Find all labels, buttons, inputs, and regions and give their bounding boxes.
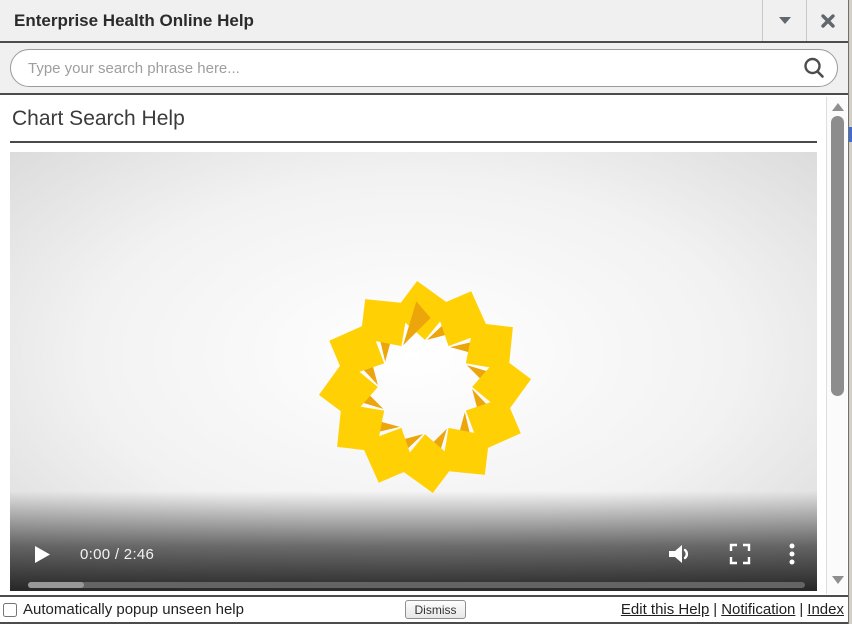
enterprise-health-logo — [317, 279, 533, 495]
kebab-menu-icon — [789, 543, 795, 565]
collapse-button[interactable] — [762, 0, 806, 41]
help-content: Chart Search Help — [0, 97, 848, 595]
search-input[interactable] — [11, 60, 791, 77]
scroll-up-button[interactable] — [827, 99, 848, 115]
fullscreen-icon — [729, 543, 751, 565]
title-bar: Enterprise Health Online Help — [0, 0, 848, 43]
index-link[interactable]: Index — [807, 601, 844, 618]
scrollbar-thumb[interactable] — [831, 116, 844, 396]
triangle-up-icon — [832, 103, 844, 111]
scroll-down-button[interactable] — [827, 572, 848, 588]
dismiss-button[interactable]: Dismiss — [405, 600, 466, 619]
video-progress-bar[interactable] — [28, 582, 805, 588]
controls-right — [667, 543, 795, 565]
close-icon — [821, 14, 835, 28]
overflow-menu-button[interactable] — [789, 543, 795, 565]
volume-icon — [667, 543, 691, 565]
footer-links: Edit this Help|Notification|Index — [621, 601, 848, 618]
footer-bar: Automatically popup unseen help Dismiss … — [0, 595, 848, 624]
search-pill — [10, 49, 838, 87]
background-page-edge — [848, 0, 852, 624]
video-player[interactable]: 0:00 / 2:46 — [10, 152, 817, 591]
link-separator: | — [795, 601, 807, 618]
page-title: Chart Search Help — [12, 107, 848, 131]
volume-button[interactable] — [667, 543, 691, 565]
search-bar — [0, 43, 848, 95]
screen: Enterprise Health Online Help — [0, 0, 852, 624]
search-icon — [802, 56, 826, 80]
video-time: 0:00 / 2:46 — [80, 546, 154, 563]
video-progress-buffered — [28, 582, 84, 588]
triangle-down-icon — [832, 576, 844, 584]
video-controls: 0:00 / 2:46 — [10, 542, 817, 566]
auto-popup-label: Automatically popup unseen help — [23, 601, 244, 618]
notification-link[interactable]: Notification — [721, 601, 795, 618]
link-separator: | — [709, 601, 721, 618]
chevron-down-icon — [779, 17, 791, 24]
search-button[interactable] — [791, 50, 837, 86]
window-title: Enterprise Health Online Help — [0, 0, 762, 41]
scrollbar[interactable] — [826, 97, 847, 594]
fullscreen-button[interactable] — [729, 543, 751, 565]
play-icon — [35, 546, 50, 563]
edit-help-link[interactable]: Edit this Help — [621, 601, 709, 618]
auto-popup-checkbox[interactable] — [3, 603, 17, 617]
video-controls-shade — [10, 491, 817, 591]
heading-divider — [10, 141, 817, 143]
help-dialog: Enterprise Health Online Help — [0, 0, 848, 624]
close-button[interactable] — [806, 0, 848, 41]
play-button[interactable] — [35, 546, 50, 563]
